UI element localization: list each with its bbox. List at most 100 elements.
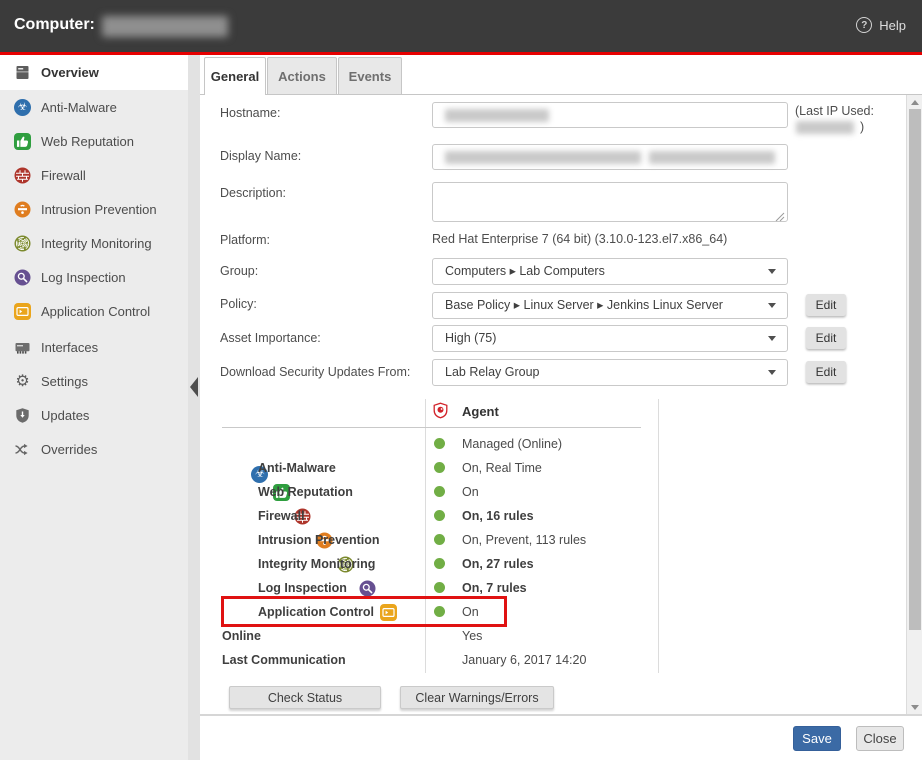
module-row-label: Anti-Malware (258, 456, 336, 480)
vertical-scrollbar[interactable] (906, 95, 922, 715)
sidebar-collapse-handle[interactable] (190, 377, 198, 397)
sidebar-item-interfaces[interactable]: Interfaces (0, 330, 188, 364)
scrollbar-thumb[interactable] (909, 109, 921, 630)
chevron-down-icon (768, 269, 776, 274)
tab-actions[interactable]: Actions (267, 57, 337, 95)
intrusion-prevention-icon (14, 201, 31, 218)
hostname-input[interactable] (432, 102, 788, 128)
module-row-label: Intrusion Prevention (258, 528, 380, 552)
redacted-hostname-value (445, 109, 549, 122)
sidebar-item-integrity-monitoring[interactable]: Integrity Monitoring (0, 226, 188, 260)
display-name-input[interactable] (432, 144, 788, 170)
page-title: Computer: (14, 16, 95, 34)
sidebar-item-label: Firewall (41, 168, 86, 183)
module-row-label: Log Inspection (258, 576, 347, 600)
module-row-value: On, 27 rules (462, 552, 534, 576)
help-label: Help (879, 18, 906, 33)
green-status-dot (434, 582, 445, 593)
log-inspection-icon (359, 580, 376, 597)
sidebar-item-label: Settings (41, 374, 88, 389)
check-status-button[interactable]: Check Status (229, 686, 381, 709)
edit-policy-button[interactable]: Edit (806, 294, 846, 316)
hostname-label: Hostname: (220, 106, 280, 120)
sidebar-item-intrusion-prevention[interactable]: Intrusion Prevention (0, 192, 188, 226)
green-status-dot (434, 558, 445, 569)
edit-download-updates-button[interactable]: Edit (806, 361, 846, 383)
agent-shield-icon (432, 402, 449, 419)
display-name-label: Display Name: (220, 149, 301, 163)
table-header-underline (222, 427, 641, 428)
sidebar-item-label: Updates (41, 408, 89, 423)
group-select-value: Computers ▸ Lab Computers (445, 264, 605, 278)
redacted-last-ip-value (796, 121, 854, 134)
close-button[interactable]: Close (856, 726, 904, 751)
policy-label: Policy: (220, 297, 257, 311)
policy-select-value: Base Policy ▸ Linux Server ▸ Jenkins Lin… (445, 298, 723, 312)
sidebar-item-label: Anti-Malware (41, 100, 117, 115)
sidebar-item-overview[interactable]: Overview (0, 55, 188, 90)
green-status-dot (434, 438, 445, 449)
sidebar-item-log-inspection[interactable]: Log Inspection (0, 260, 188, 294)
sidebar-item-label: Web Reputation (41, 134, 134, 149)
module-row-label: Web Reputation (258, 480, 353, 504)
sidebar-item-web-reputation[interactable]: Web Reputation (0, 124, 188, 158)
redacted-display-name-1 (445, 151, 641, 164)
sidebar-item-label: Application Control (41, 304, 150, 319)
last-communication-label: Last Communication (222, 648, 346, 672)
help-button[interactable]: ? Help (856, 17, 906, 33)
chevron-down-icon (768, 370, 776, 375)
sidebar-gutter (188, 55, 200, 760)
redacted-computer-name (102, 16, 228, 37)
save-button[interactable]: Save (793, 726, 841, 751)
module-row-value: On, 16 rules (462, 504, 534, 528)
help-icon: ? (856, 17, 872, 33)
footer-divider (200, 714, 922, 716)
green-status-dot (434, 510, 445, 521)
computer-details-window: Computer: ? Help Overview ☣ Anti-Malware… (0, 0, 922, 760)
interfaces-icon (14, 339, 31, 356)
scroll-up-button[interactable] (907, 95, 922, 110)
log-inspection-icon (14, 269, 31, 286)
sidebar-item-application-control[interactable]: Application Control (0, 294, 188, 328)
green-status-dot (434, 606, 445, 617)
arrow-up-icon (911, 100, 919, 105)
sidebar-item-label: Overview (41, 65, 99, 80)
tab-general[interactable]: General (204, 57, 266, 95)
application-control-icon (380, 604, 397, 621)
sidebar-item-updates[interactable]: Updates (0, 398, 188, 432)
edit-asset-importance-button[interactable]: Edit (806, 327, 846, 349)
module-row-value: On, Prevent, 113 rules (462, 528, 586, 552)
sidebar-item-firewall[interactable]: Firewall (0, 158, 188, 192)
tab-events[interactable]: Events (338, 57, 402, 95)
redacted-display-name-2 (649, 151, 775, 164)
textarea-resize-handle[interactable] (775, 209, 785, 219)
module-row-value: On (462, 480, 479, 504)
platform-value: Red Hat Enterprise 7 (64 bit) (3.10.0-12… (432, 232, 727, 246)
group-select[interactable]: Computers ▸ Lab Computers (432, 258, 788, 285)
last-ip-suffix: ) (860, 120, 864, 134)
clear-warnings-errors-button[interactable]: Clear Warnings/Errors (400, 686, 554, 709)
sidebar-item-anti-malware[interactable]: ☣ Anti-Malware (0, 90, 188, 124)
module-row-value: On (462, 600, 479, 624)
green-status-dot (434, 486, 445, 497)
green-status-dot (434, 534, 445, 545)
module-row-label: Firewall (258, 504, 305, 528)
description-textarea[interactable] (432, 182, 788, 222)
asset-importance-label: Asset Importance: (220, 331, 321, 345)
sidebar-item-settings[interactable]: ⚙ Settings (0, 364, 188, 398)
online-row-value: Yes (462, 624, 482, 648)
firewall-icon (14, 167, 31, 184)
scroll-down-button[interactable] (907, 700, 922, 715)
web-reputation-icon (14, 133, 31, 150)
download-updates-select[interactable]: Lab Relay Group (432, 359, 788, 386)
overview-icon (14, 64, 31, 81)
last-communication-value: January 6, 2017 14:20 (462, 648, 586, 672)
description-label: Description: (220, 186, 286, 200)
download-updates-value: Lab Relay Group (445, 365, 540, 379)
module-row-label: Integrity Monitoring (258, 552, 375, 576)
asset-importance-select[interactable]: High (75) (432, 325, 788, 352)
module-row-label: Application Control (258, 600, 374, 624)
sidebar-item-overrides[interactable]: Overrides (0, 432, 188, 466)
policy-select[interactable]: Base Policy ▸ Linux Server ▸ Jenkins Lin… (432, 292, 788, 319)
group-label: Group: (220, 264, 258, 278)
